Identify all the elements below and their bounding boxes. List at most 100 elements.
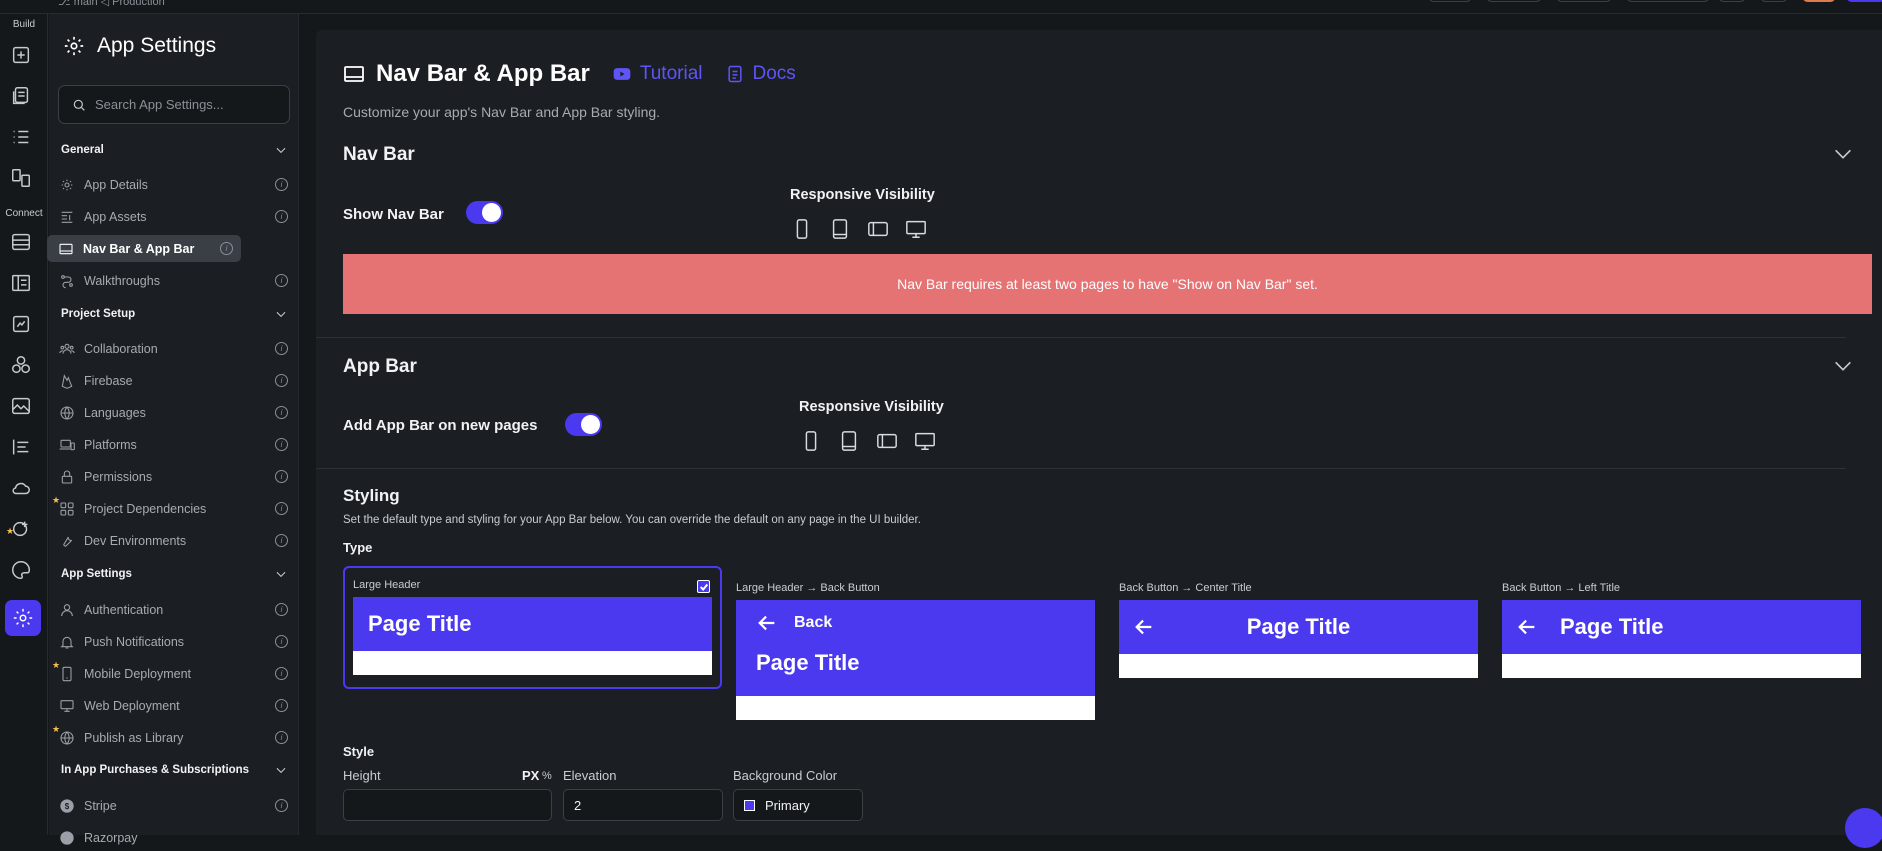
info-icon[interactable]: i — [275, 534, 288, 547]
sidebar-item-mobile-deployment[interactable]: ★ Mobile Deployment i — [52, 660, 288, 687]
sidebar-item-label: Stripe — [84, 798, 117, 813]
card-preview-body — [353, 651, 712, 675]
tutorial-link[interactable]: Tutorial — [612, 63, 703, 85]
info-icon[interactable]: i — [275, 274, 288, 287]
tutorial-label: Tutorial — [639, 63, 703, 84]
info-icon[interactable]: i — [275, 178, 288, 191]
sidebar-item-walkthroughs[interactable]: Walkthroughs i — [56, 267, 288, 294]
group-app-settings[interactable]: App Settings — [61, 563, 288, 585]
text-list-icon[interactable] — [9, 435, 33, 459]
tablet-icon[interactable] — [837, 430, 861, 452]
sidebar-item-razorpay[interactable]: Razorpay — [56, 824, 288, 851]
integrations-icon[interactable] — [9, 353, 33, 377]
search-input[interactable] — [95, 97, 275, 112]
chevron-down-icon[interactable] — [1832, 143, 1854, 165]
elevation-input[interactable]: 2 — [563, 789, 723, 821]
info-icon[interactable]: i — [275, 210, 288, 223]
info-icon[interactable]: i — [275, 342, 288, 355]
sidebar-item-publish-as-library[interactable]: ★ Publish as Library i — [52, 724, 288, 751]
info-icon[interactable]: i — [275, 667, 288, 680]
settings-icon[interactable] — [5, 600, 41, 636]
sidebar-item-platforms[interactable]: Platforms i — [56, 431, 288, 458]
custom-code-icon[interactable] — [9, 517, 33, 541]
toolbar-button[interactable] — [1802, 0, 1836, 2]
pages-icon[interactable] — [9, 84, 33, 108]
phone-icon[interactable] — [790, 218, 814, 240]
help-chat-button[interactable] — [1845, 808, 1882, 848]
search-field[interactable] — [58, 85, 290, 124]
toolbar-button[interactable] — [1486, 0, 1542, 2]
sidebar-item-collaboration[interactable]: Collaboration i — [56, 335, 288, 362]
unit-px-toggle[interactable]: PX — [522, 768, 539, 783]
chevron-down-icon[interactable] — [1832, 355, 1854, 377]
search-icon — [73, 99, 85, 111]
sidebar-item-app-details[interactable]: App Details i — [56, 171, 288, 198]
branch-breadcrumb[interactable]: ⎇ main ◁ Production — [58, 0, 165, 8]
toolbar-button[interactable] — [1556, 0, 1612, 2]
app-bar-type-center-title[interactable]: Back Button → Center Title Page Title — [1119, 576, 1478, 678]
info-icon[interactable]: i — [275, 699, 288, 712]
sidebar-item-languages[interactable]: Languages i — [56, 399, 288, 426]
media-icon[interactable] — [9, 394, 33, 418]
info-icon[interactable]: i — [275, 406, 288, 419]
schema-icon[interactable] — [9, 271, 33, 295]
info-icon[interactable]: i — [275, 731, 288, 744]
group-in-app-purchases[interactable]: In App Purchases & Subscriptions — [61, 759, 288, 781]
info-icon[interactable]: i — [275, 502, 288, 515]
sidebar-item-firebase[interactable]: Firebase i — [56, 367, 288, 394]
background-color-picker[interactable]: Primary — [733, 789, 863, 821]
theme-icon[interactable] — [9, 558, 33, 582]
sidebar-item-label: App Details — [84, 177, 148, 192]
sidebar-item-authentication[interactable]: Authentication i — [56, 596, 288, 623]
sidebar-item-push-notifications[interactable]: Push Notifications i — [56, 628, 288, 655]
app-bar-type-large-header[interactable]: Large Header Page Title — [343, 566, 722, 689]
info-icon[interactable]: i — [275, 438, 288, 451]
phone-icon[interactable] — [799, 430, 823, 452]
gear-icon — [64, 36, 84, 56]
database-icon[interactable] — [9, 230, 33, 254]
sidebar-item-dev-environments[interactable]: Dev Environments i — [56, 527, 288, 554]
toolbar-button[interactable] — [1718, 0, 1746, 2]
list-icon[interactable] — [9, 125, 33, 149]
add-app-bar-toggle[interactable] — [565, 413, 602, 436]
info-icon[interactable]: i — [275, 635, 288, 648]
elevation-label: Elevation — [563, 768, 617, 783]
unit-percent-toggle[interactable]: % — [542, 770, 552, 782]
height-input[interactable] — [343, 789, 552, 821]
sidebar-item-nav-bar-app-bar[interactable]: Nav Bar & App Bar i — [47, 235, 241, 262]
tablet-landscape-icon[interactable] — [875, 430, 899, 452]
dependencies-icon — [58, 500, 76, 518]
toolbar-button[interactable] — [1846, 0, 1882, 2]
components-icon[interactable] — [9, 166, 33, 190]
toolbar-button[interactable] — [1626, 0, 1710, 2]
info-icon[interactable]: i — [275, 799, 288, 812]
info-icon[interactable]: i — [275, 470, 288, 483]
sidebar-item-web-deployment[interactable]: Web Deployment i — [56, 692, 288, 719]
api-icon[interactable] — [9, 312, 33, 336]
group-general[interactable]: General — [61, 139, 288, 161]
info-icon[interactable]: i — [220, 242, 233, 255]
tablet-icon[interactable] — [828, 218, 852, 240]
app-bar-type-large-header-back[interactable]: Large Header → Back Button Back Page Tit… — [736, 576, 1095, 720]
show-nav-bar-toggle[interactable] — [466, 201, 503, 224]
add-page-icon[interactable] — [9, 43, 33, 67]
desktop-icon[interactable] — [913, 430, 937, 452]
sidebar-item-stripe[interactable]: $ Stripe i — [56, 792, 288, 819]
sidebar-item-project-dependencies[interactable]: ★ Project Dependencies i — [52, 495, 288, 522]
page-subtitle: Customize your app's Nav Bar and App Bar… — [343, 104, 661, 120]
cloud-icon[interactable] — [9, 476, 33, 500]
toolbar-button[interactable] — [1428, 0, 1472, 2]
desktop-icon[interactable] — [904, 218, 928, 240]
app-bar-type-left-title[interactable]: Back Button → Left Title Page Title — [1502, 576, 1861, 678]
selected-checkbox[interactable] — [697, 580, 710, 593]
info-icon[interactable]: i — [275, 374, 288, 387]
info-icon[interactable]: i — [275, 603, 288, 616]
sidebar-item-app-assets[interactable]: App Assets i — [56, 203, 288, 230]
rail-section-label: Connect — [5, 208, 43, 219]
toolbar-button[interactable] — [1760, 0, 1788, 2]
group-project-setup[interactable]: Project Setup — [61, 303, 288, 325]
tablet-landscape-icon[interactable] — [866, 218, 890, 240]
docs-link[interactable]: Docs — [725, 63, 796, 85]
sidebar-item-label: Languages — [84, 405, 146, 420]
sidebar-item-permissions[interactable]: Permissions i — [56, 463, 288, 490]
